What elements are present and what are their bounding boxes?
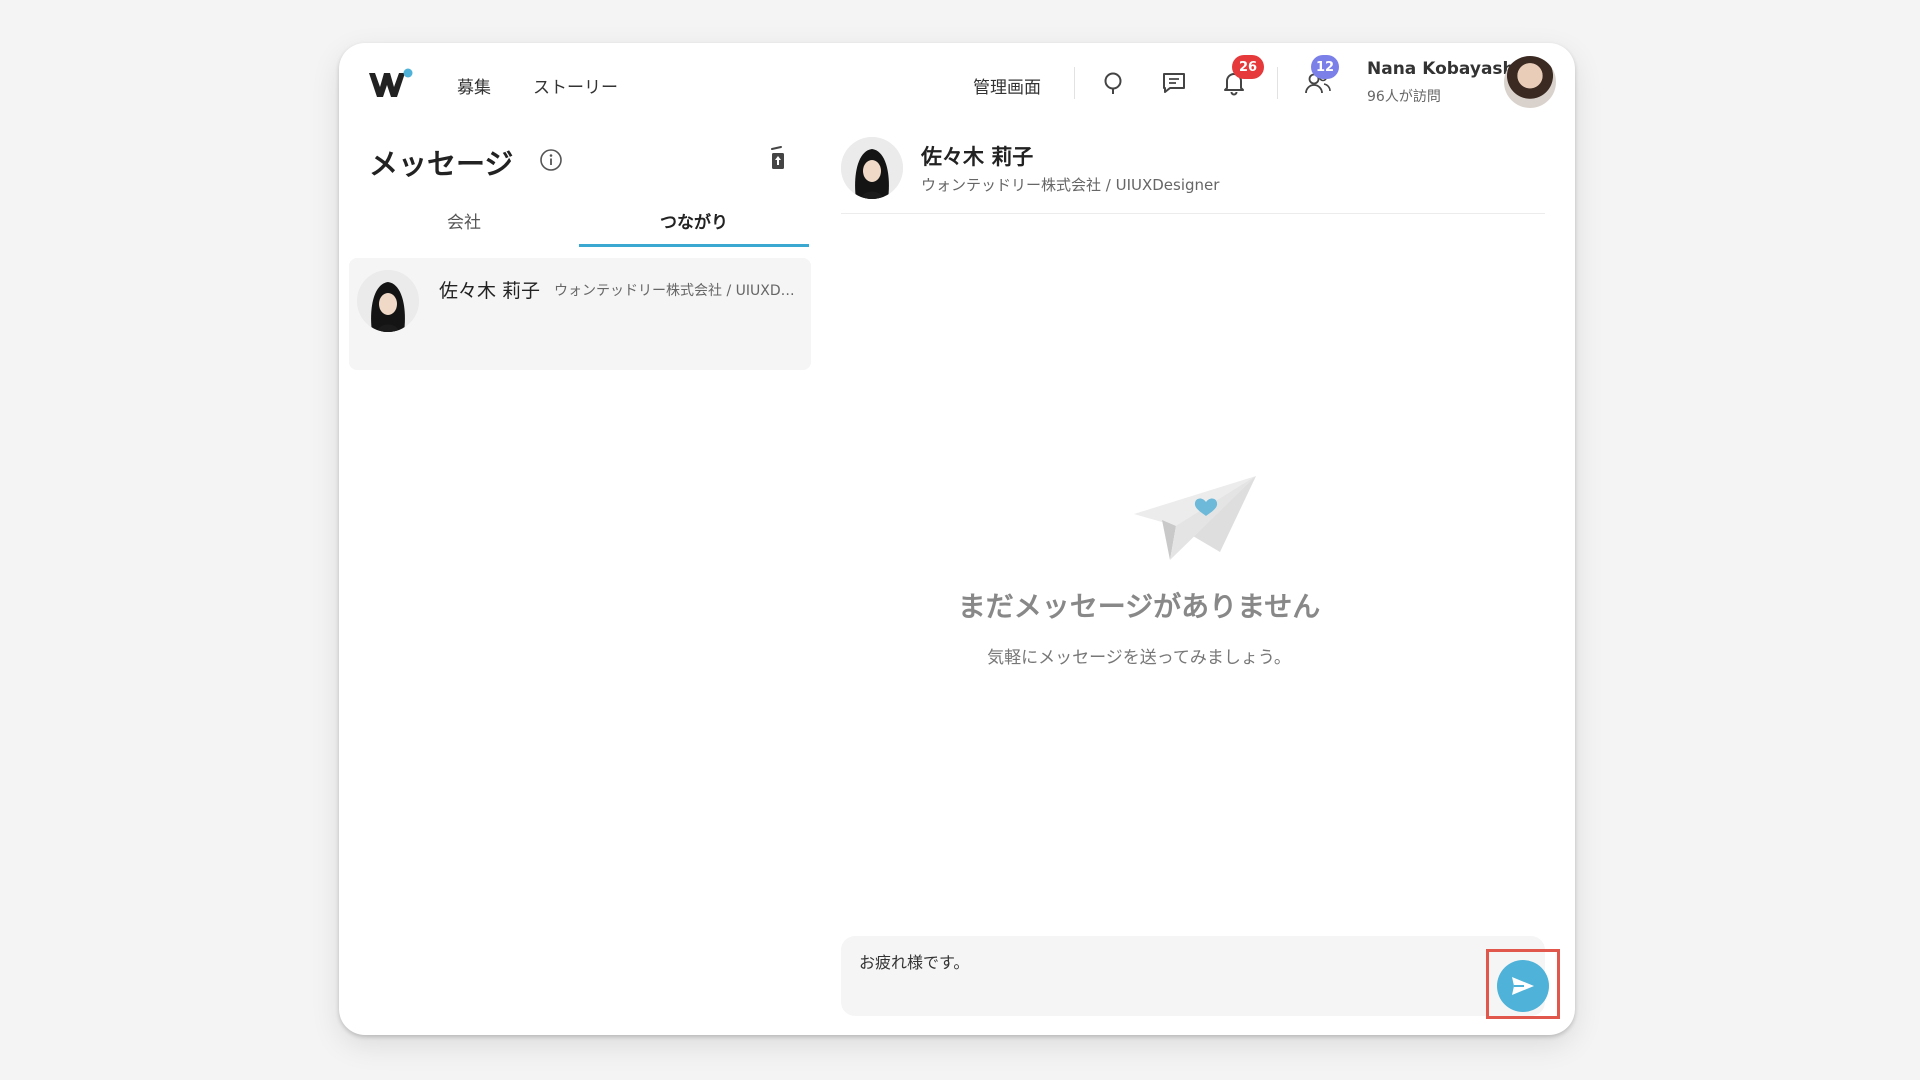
trash-icon[interactable] xyxy=(765,145,791,173)
search-button[interactable] xyxy=(1098,67,1130,99)
tab-company[interactable]: 会社 xyxy=(349,201,579,245)
search-icon xyxy=(1104,72,1122,94)
message-input[interactable] xyxy=(857,950,1421,971)
paper-plane-icon xyxy=(1134,476,1256,560)
notifications-badge: 26 xyxy=(1232,55,1264,79)
messages-button[interactable] xyxy=(1158,67,1190,99)
info-icon[interactable] xyxy=(538,147,564,173)
message-icon xyxy=(1163,73,1185,93)
conversation-company: ウォンテッドリー株式会社 / UIUXDesigner xyxy=(554,283,799,299)
visitor-count-text[interactable]: 96人が訪問 xyxy=(1367,86,1441,106)
chat-contact-subtitle: ウォンテッドリー株式会社 / UIUXDesigner xyxy=(921,176,1220,194)
empty-state-subtitle: 気軽にメッセージを送ってみましょう。 xyxy=(987,648,1291,668)
conversation-name: 佐々木 莉子 xyxy=(439,280,541,302)
messages-title: メッセージ xyxy=(369,147,514,181)
tab-connections[interactable]: つながり xyxy=(579,201,809,245)
header-divider xyxy=(1277,67,1278,99)
admin-link[interactable]: 管理画面 xyxy=(973,73,1041,98)
send-icon xyxy=(1512,977,1534,995)
nav-stories[interactable]: ストーリー xyxy=(533,73,618,98)
active-tab-indicator xyxy=(579,244,809,247)
logo-icon[interactable] xyxy=(367,67,413,101)
conversation-item[interactable]: 佐々木 莉子 ウォンテッドリー株式会社 / UIUXDesigner xyxy=(349,258,811,370)
contact-avatar xyxy=(357,270,419,332)
send-button[interactable] xyxy=(1497,960,1549,1012)
visitors-badge: 12 xyxy=(1311,55,1339,79)
user-avatar[interactable] xyxy=(1504,56,1556,108)
app-window: 募集 ストーリー 管理画面 26 12 Nana Kobayashi 96人が訪… xyxy=(339,43,1575,1035)
nav-recruit[interactable]: 募集 xyxy=(457,73,491,98)
empty-state-title: まだメッセージがありません xyxy=(957,590,1321,623)
chat-contact-name[interactable]: 佐々木 莉子 xyxy=(921,141,1033,171)
chat-header-divider xyxy=(841,213,1545,214)
message-composer[interactable] xyxy=(841,936,1545,1016)
chat-contact-avatar[interactable] xyxy=(841,137,903,199)
user-name[interactable]: Nana Kobayashi xyxy=(1367,59,1520,79)
header-divider xyxy=(1074,67,1075,99)
